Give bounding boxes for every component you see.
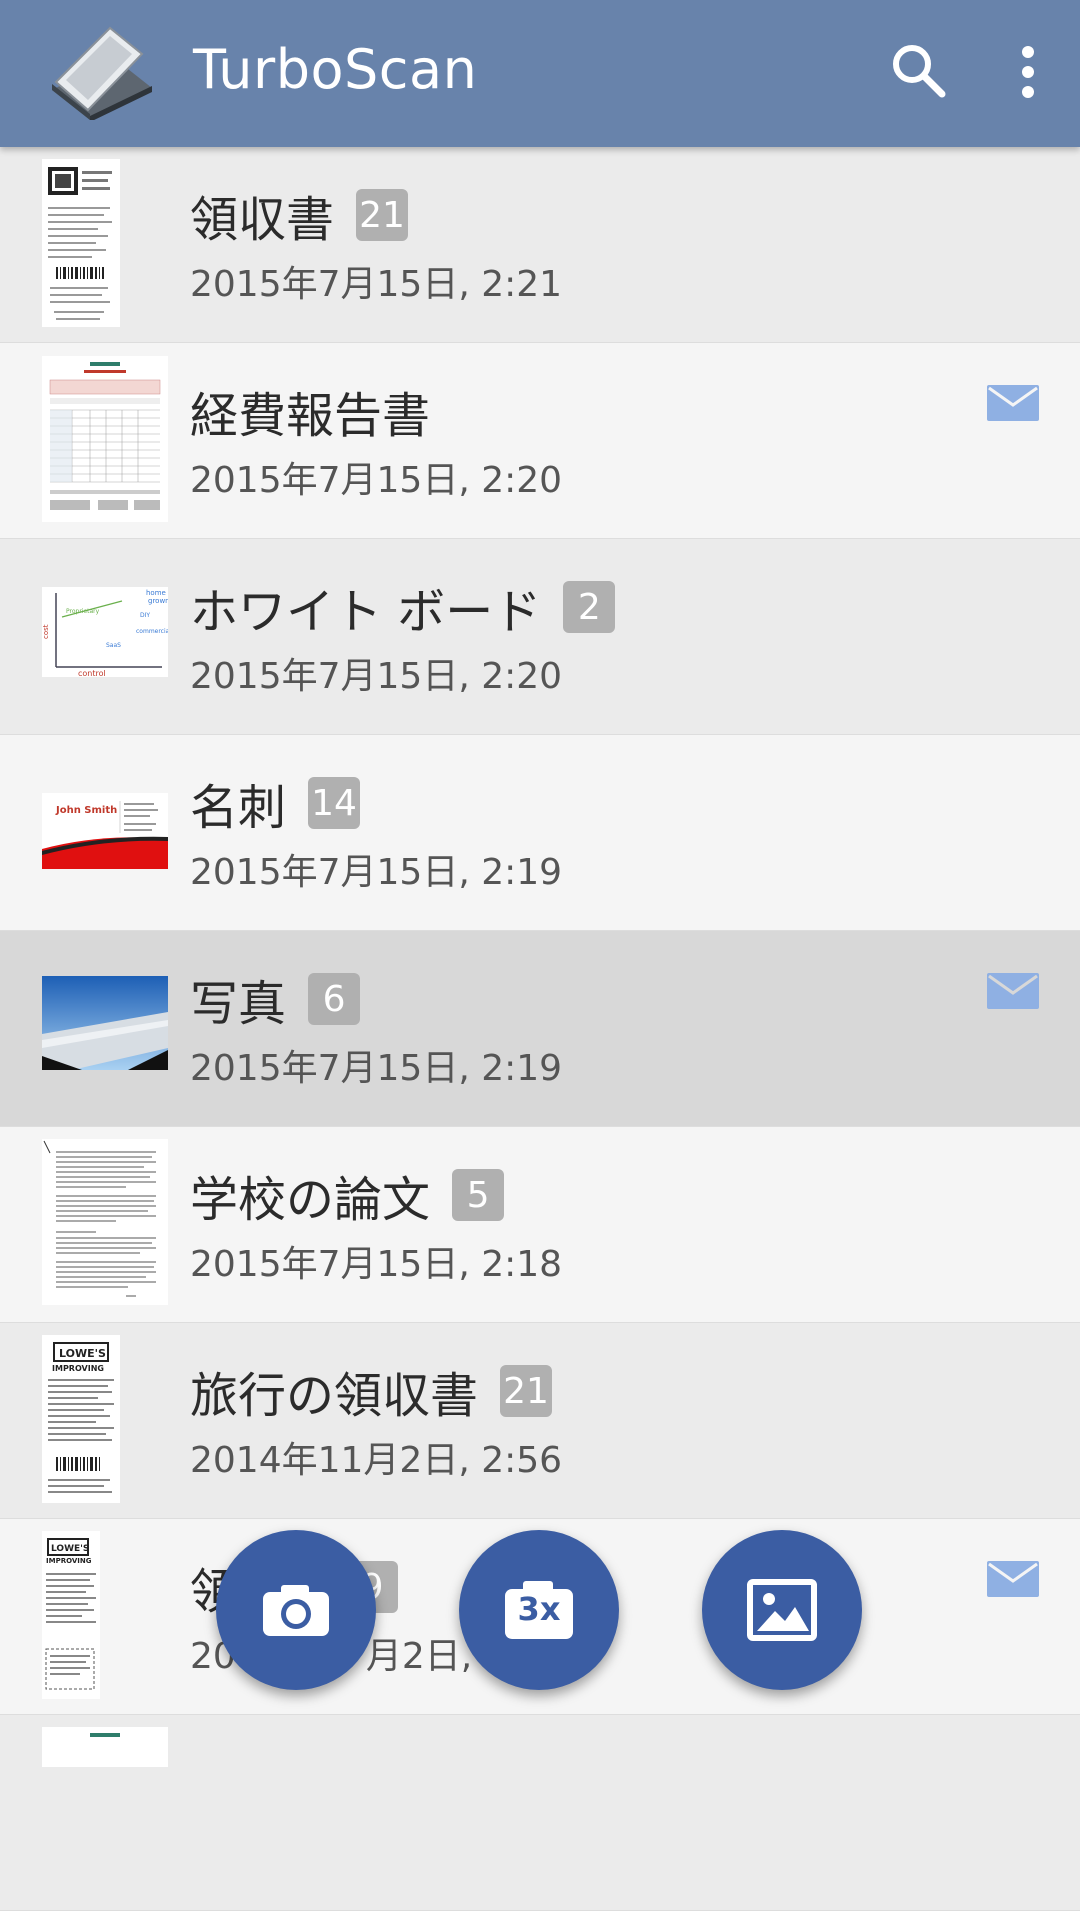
scanner-logo-icon [52,26,152,120]
app-title: TurboScan [193,38,478,101]
receipt-thumbnail: LOWE'S IMPROVING [42,1531,100,1699]
document-thumbnail [42,1727,168,1767]
svg-text:grown: grown [148,597,168,605]
photo-thumbnail [42,976,168,1070]
document-date: 2015年7月15日, 2:21 [190,264,563,305]
svg-text:commercial: commercial [136,628,168,635]
document-title: 経費報告書 [190,381,430,444]
svg-text:control: control [78,669,106,677]
camera-icon [263,1585,329,1636]
svg-text:cost: cost [42,624,50,639]
document-name: 写真 [190,976,287,1032]
svg-text:LOWE'S: LOWE'S [59,1347,106,1360]
app-bar: TurboScan [0,0,1080,147]
batch-3x-button[interactable]: 3x [459,1530,619,1690]
receipt-thumbnail [42,159,120,327]
business-card-thumbnail: John Smith [42,793,168,869]
list-item[interactable]: Proprietary home grown DIY commercial Sa… [0,539,1080,735]
page-count-badge: 21 [356,189,409,241]
whiteboard-thumbnail: Proprietary home grown DIY commercial Sa… [42,587,168,677]
list-item[interactable]: John Smith 名刺 14 2015年7月15日, 2:19 [0,735,1080,931]
mail-icon [987,1561,1039,1597]
mail-icon [987,385,1039,421]
document-date: 2014年11月2日, 2:56 [190,1440,563,1481]
page-count-badge: 5 [452,1169,505,1221]
svg-text:IMPROVING: IMPROVING [46,1557,92,1565]
page-count-badge: 21 [500,1365,553,1417]
document-title: 旅行の領収書 21 [190,1361,553,1424]
expense-report-thumbnail [42,356,168,522]
document-date: 2015年7月15日, 2:19 [190,1048,563,1089]
document-title: 写真 6 [190,969,361,1032]
document-name: 学校の論文 [190,1172,431,1228]
document-date: 2015年7月15日, 2:18 [190,1244,563,1285]
gallery-button[interactable] [702,1530,862,1690]
page-count-badge: 6 [308,973,361,1025]
svg-text:John Smith: John Smith [55,805,117,816]
document-date: 2015年7月15日, 2:19 [190,852,563,893]
document-date: 2015年7月15日, 2:20 [190,656,563,697]
document-name: 名刺 [190,780,287,836]
document-name: 経費報告書 [190,388,431,444]
list-item[interactable] [0,1715,1080,1911]
svg-text:SaaS: SaaS [106,642,121,649]
mail-icon [987,973,1039,1009]
batch-label: 3x [517,1590,561,1628]
svg-text:Proprietary: Proprietary [66,608,100,615]
list-item[interactable]: 写真 6 2015年7月15日, 2:19 [0,931,1080,1127]
document-title: 学校の論文 5 [190,1165,505,1228]
receipt-thumbnail: LOWE'S IMPROVING [42,1335,120,1503]
document-name: 領収書 [190,192,335,248]
page-count-badge: 2 [563,581,616,633]
list-item[interactable]: LOWE'S IMPROVING 旅行の領収書 21 2014年11月2日, 2… [0,1323,1080,1519]
document-name: ホワイト ボード [190,584,542,640]
document-date: 2015年7月15日, 2:20 [190,460,563,501]
list-item[interactable]: 経費報告書 2015年7月15日, 2:20 [0,343,1080,539]
document-name: 旅行の領収書 [190,1368,479,1424]
paper-thumbnail [42,1139,168,1305]
page-count-badge: 14 [308,777,361,829]
document-title: ホワイト ボード 2 [190,577,616,640]
search-icon[interactable] [888,40,952,104]
camera-button[interactable] [216,1530,376,1690]
svg-text:LOWE'S: LOWE'S [51,1544,89,1554]
svg-text:home: home [146,589,166,597]
image-icon [747,1579,817,1641]
more-vert-icon[interactable] [1000,40,1056,104]
document-title: 領収書 21 [190,185,409,248]
list-item[interactable]: 学校の論文 5 2015年7月15日, 2:18 [0,1127,1080,1323]
list-item[interactable]: 領収書 21 2015年7月15日, 2:21 [0,147,1080,343]
svg-text:DIY: DIY [140,612,150,619]
svg-text:IMPROVING: IMPROVING [52,1364,104,1373]
document-title: 名刺 14 [190,773,361,836]
